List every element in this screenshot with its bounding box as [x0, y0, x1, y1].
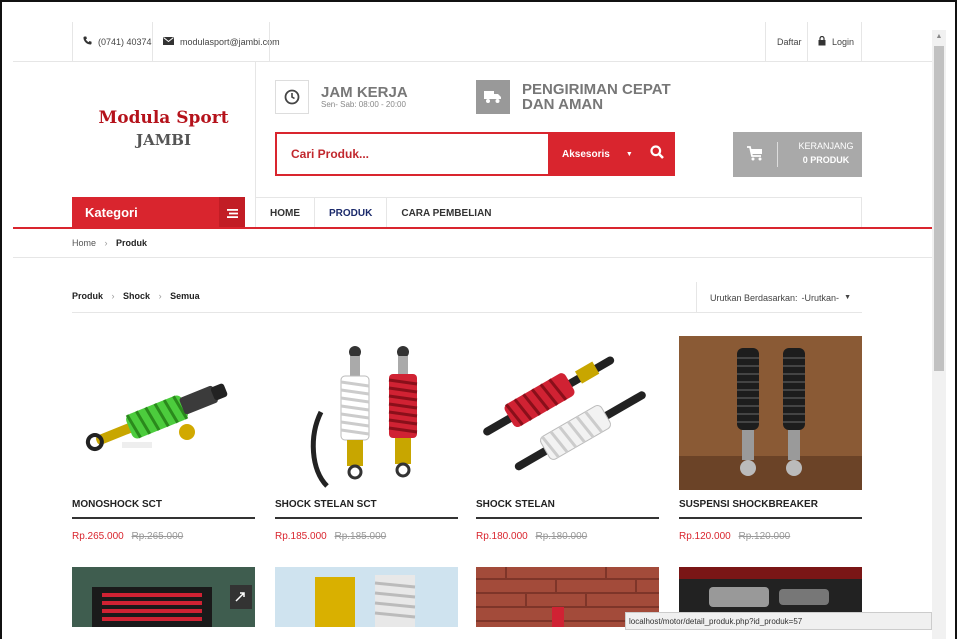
- price-current: Rp.180.000: [476, 531, 528, 542]
- price-old: Rp.185.000: [334, 531, 387, 542]
- logo-title: Modula Sport: [98, 108, 229, 128]
- price-old: Rp.120.000: [738, 531, 791, 542]
- caret-down-icon: ▼: [625, 150, 633, 158]
- lock-icon: [818, 35, 826, 49]
- price-current: Rp.120.000: [679, 531, 731, 542]
- product-price: Rp.265.000 Rp.265.000: [72, 531, 183, 542]
- price-old: Rp.180.000: [535, 531, 588, 542]
- chevron-right-icon: ›: [158, 291, 162, 301]
- top-bar: (0741) 40374 modulasport@jambi.com Dafta…: [13, 22, 932, 62]
- phone-icon: [83, 36, 92, 48]
- register-link[interactable]: Daftar: [777, 22, 802, 62]
- path-produk[interactable]: Produk: [72, 291, 103, 301]
- shipping-info: PENGIRIMAN CEPAT DAN AMAN: [476, 80, 671, 114]
- shipping-title-line1: PENGIRIMAN CEPAT: [522, 81, 671, 98]
- product-name[interactable]: MONOSHOCK SCT: [72, 499, 255, 519]
- login-label: Login: [832, 37, 855, 47]
- email-address: modulasport@jambi.com: [180, 37, 280, 47]
- cart-label: KERANJANG: [798, 141, 854, 151]
- working-hours: JAM KERJA Sen- Sab: 08:00 - 20:00: [275, 80, 408, 114]
- sort-dropdown[interactable]: Urutkan Berdasarkan: -Urutkan- ▼: [696, 282, 862, 313]
- product-image[interactable]: [72, 336, 255, 490]
- sort-value: -Urutkan-: [801, 292, 840, 303]
- scroll-up-arrow-icon[interactable]: ▲: [932, 30, 946, 44]
- cart-count: 0 PRODUK: [802, 155, 850, 165]
- product-image[interactable]: [476, 336, 659, 490]
- search-input[interactable]: [277, 134, 547, 174]
- login-link[interactable]: Login: [818, 22, 854, 62]
- page-viewport: (0741) 40374 modulasport@jambi.com Dafta…: [13, 22, 932, 639]
- shipping-title-line2: DAN AMAN: [522, 96, 604, 113]
- product-image[interactable]: [275, 336, 458, 490]
- product-price: Rp.180.000 Rp.180.000: [476, 531, 587, 542]
- nav-home[interactable]: HOME: [256, 198, 315, 228]
- category-menu-label: Kategori: [85, 205, 138, 220]
- menu-icon: [219, 197, 245, 229]
- product-name[interactable]: SUSPENSI SHOCKBREAKER: [679, 499, 862, 519]
- logo-subtitle: JAMBI: [135, 131, 192, 149]
- register-label: Daftar: [777, 37, 802, 47]
- breadcrumb: Home › Produk: [13, 229, 932, 258]
- sort-label: Urutkan Berdasarkan:: [710, 292, 798, 303]
- cart-icon: [747, 146, 763, 164]
- phone-number: (0741) 40374: [98, 37, 152, 47]
- phone-contact[interactable]: (0741) 40374: [83, 22, 152, 62]
- path-shock[interactable]: Shock: [123, 291, 150, 301]
- nav-cara-pembelian[interactable]: CARA PEMBELIAN: [387, 198, 505, 228]
- main-nav: HOME PRODUK CARA PEMBELIAN: [255, 197, 862, 228]
- category-select[interactable]: Aksesoris ▼: [548, 134, 638, 174]
- price-current: Rp.265.000: [72, 531, 124, 542]
- breadcrumb-home[interactable]: Home: [72, 238, 96, 248]
- working-hours-title: JAM KERJA: [321, 84, 408, 101]
- category-menu-button[interactable]: Kategori: [72, 197, 245, 229]
- caret-down-icon: ▼: [844, 294, 851, 301]
- category-select-value: Aksesoris: [562, 148, 610, 160]
- chevron-right-icon: ›: [104, 238, 108, 248]
- search-icon: [649, 144, 664, 164]
- product-name[interactable]: SHOCK STELAN SCT: [275, 499, 458, 519]
- product-image[interactable]: [275, 567, 458, 627]
- browser-frame: (0741) 40374 modulasport@jambi.com Dafta…: [0, 0, 957, 639]
- site-logo[interactable]: Modula Sport JAMBI: [72, 62, 255, 197]
- price-current: Rp.185.000: [275, 531, 327, 542]
- product-filter-bar: Produk › Shock › Semua Urutkan Berdasark…: [72, 282, 862, 313]
- chevron-right-icon: ›: [111, 291, 115, 301]
- product-price: Rp.120.000 Rp.120.000: [679, 531, 790, 542]
- price-old: Rp.265.000: [131, 531, 184, 542]
- clock-icon: [275, 80, 309, 114]
- product-price: Rp.185.000 Rp.185.000: [275, 531, 386, 542]
- path-semua: Semua: [170, 291, 200, 301]
- product-image[interactable]: [72, 567, 255, 627]
- envelope-icon: [163, 36, 174, 48]
- product-name[interactable]: SHOCK STELAN: [476, 499, 659, 519]
- cart-button[interactable]: KERANJANG 0 PRODUK: [733, 132, 862, 177]
- browser-status-url: localhost/motor/detail_produk.php?id_pro…: [625, 612, 932, 630]
- email-contact[interactable]: modulasport@jambi.com: [163, 22, 280, 62]
- category-path: Produk › Shock › Semua: [72, 291, 200, 301]
- vertical-scrollbar[interactable]: ▲: [932, 30, 946, 639]
- working-hours-schedule: Sen- Sab: 08:00 - 20:00: [321, 100, 406, 109]
- scrollbar-thumb[interactable]: [934, 46, 944, 371]
- truck-icon: [476, 80, 510, 114]
- search-bar: Aksesoris ▼: [275, 132, 675, 176]
- search-button[interactable]: [638, 134, 675, 174]
- product-image[interactable]: [679, 336, 862, 490]
- breadcrumb-current: Produk: [116, 238, 148, 248]
- nav-produk[interactable]: PRODUK: [315, 198, 388, 228]
